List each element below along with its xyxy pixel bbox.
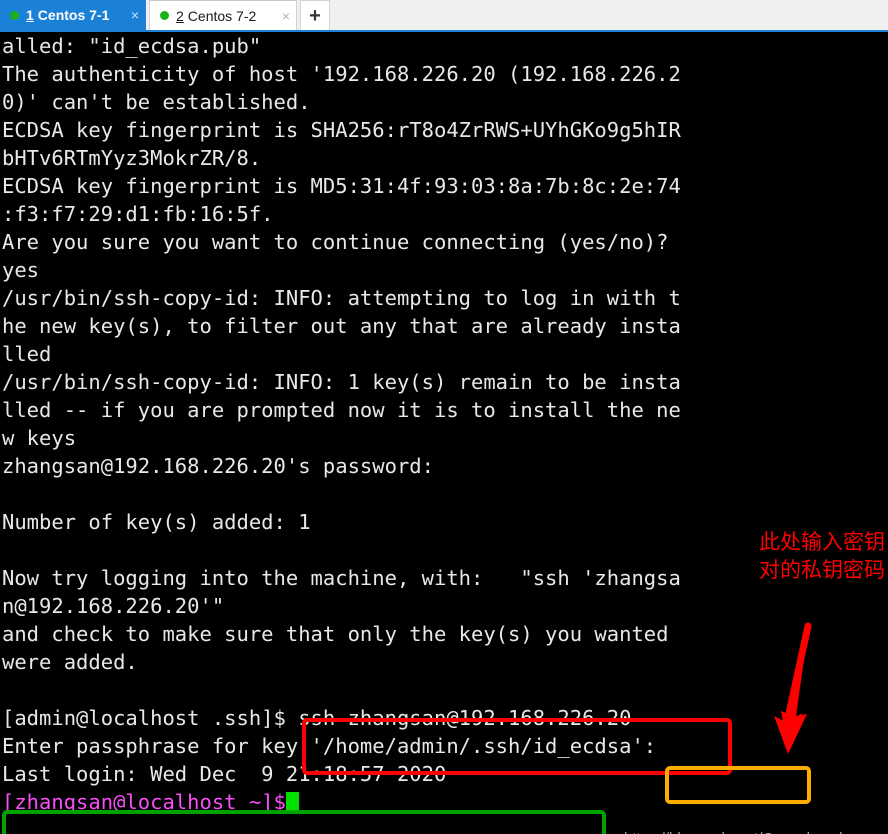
tab-status-dot-icon <box>10 10 19 20</box>
terminal-line: :f3:f7:29:d1:fb:16:5f. <box>2 202 274 226</box>
tab-bar: 1 Centos 7-1 × 2 Centos 7-2 × + <box>0 0 888 32</box>
terminal-line: lled -- if you are prompted now it is to… <box>2 398 681 422</box>
tab-title-label: Centos 7-2 <box>187 7 257 24</box>
terminal-line: were added. <box>2 650 138 674</box>
terminal-line: bHTv6RTmYyz3MokrZR/8. <box>2 146 262 170</box>
terminal-line: zhangsan@192.168.226.20's password: <box>2 454 434 478</box>
terminal-line: /usr/bin/ssh-copy-id: INFO: attempting t… <box>2 286 681 310</box>
tab-status-dot-icon <box>160 11 169 20</box>
terminal-line: he new key(s), to filter out any that ar… <box>2 314 681 338</box>
tab-centos-7-2[interactable]: 2 Centos 7-2 × <box>149 0 297 30</box>
watermark-label: https://blog.csdn.net/Gengchenchen <box>624 829 864 834</box>
annotation-note-text: 此处输入密钥对的私钥密码 <box>759 530 885 582</box>
tab-index-label: 1 <box>26 7 34 23</box>
close-icon[interactable]: × <box>131 8 139 22</box>
new-tab-button[interactable]: + <box>300 0 330 30</box>
terminal-output[interactable]: alled: "id_ecdsa.pub" The authenticity of… <box>0 32 888 834</box>
passphrase-input-highlight-box <box>665 766 811 804</box>
terminal-window: 1 Centos 7-1 × 2 Centos 7-2 × + alled: "… <box>0 0 888 834</box>
terminal-line: /usr/bin/ssh-copy-id: INFO: 1 key(s) rem… <box>2 370 681 394</box>
close-icon[interactable]: × <box>282 9 290 23</box>
logged-in-prompt-highlight-box <box>2 810 606 834</box>
terminal-line: Now try logging into the machine, with: … <box>2 566 681 590</box>
tab-index-label: 2 <box>176 7 184 24</box>
terminal-line: Number of key(s) added: 1 <box>2 510 311 534</box>
terminal-line: ECDSA key fingerprint is SHA256:rT8o4ZrR… <box>2 118 681 142</box>
terminal-line: The authenticity of host '192.168.226.20… <box>2 62 681 86</box>
terminal-line: n@192.168.226.20'" <box>2 594 225 618</box>
terminal-line: alled: "id_ecdsa.pub" <box>2 34 262 58</box>
terminal-line: lled <box>2 342 52 366</box>
tab-centos-7-1[interactable]: 1 Centos 7-1 × <box>0 0 146 30</box>
terminal-line: Are you sure you want to continue connec… <box>2 230 669 254</box>
tab-title-label: Centos 7-1 <box>37 7 110 23</box>
terminal-line: yes <box>2 258 40 282</box>
terminal-line: and check to make sure that only the key… <box>2 622 669 646</box>
terminal-line: w keys <box>2 426 77 450</box>
terminal-line: 0)' can't be established. <box>2 90 311 114</box>
terminal-line-list: alled: "id_ecdsa.pub" The authenticity of… <box>2 32 888 816</box>
terminal-line: ECDSA key fingerprint is MD5:31:4f:93:03… <box>2 174 681 198</box>
